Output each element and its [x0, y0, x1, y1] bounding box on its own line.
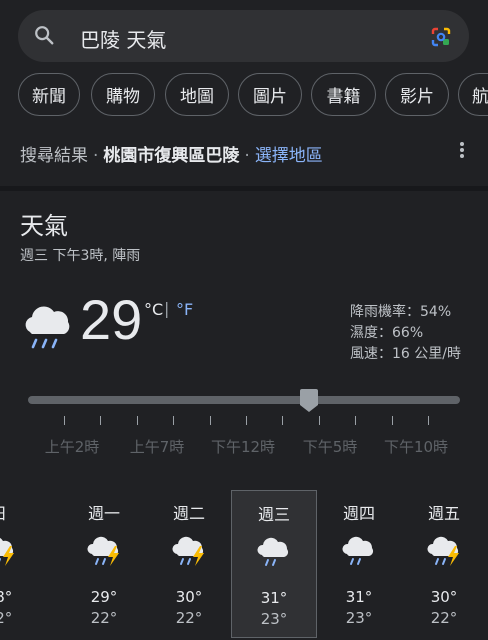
- slider-tick: [100, 416, 102, 425]
- chip-maps[interactable]: 地圖: [165, 73, 229, 116]
- forecast-low: 23°: [260, 610, 288, 628]
- forecast-day[interactable]: 週二 30° 22°: [146, 490, 232, 638]
- forecast-day-name: 週三: [257, 505, 290, 524]
- google-lens-icon[interactable]: [429, 25, 453, 49]
- weather-subtitle: 週三 下午3時, 陣雨: [20, 248, 141, 264]
- section-divider: [0, 186, 488, 191]
- forecast-day-name: 週五: [427, 504, 460, 523]
- slider-tick: [246, 416, 247, 425]
- slider-tick: [282, 416, 284, 425]
- forecast-high: 30°: [175, 588, 203, 606]
- slider-tick: [209, 416, 211, 425]
- forecast-day-name: 週四: [342, 504, 375, 523]
- slider-tick: [64, 416, 65, 425]
- rain-icon: [25, 306, 70, 349]
- more-vert-icon[interactable]: [456, 140, 468, 162]
- forecast-day[interactable]: 日 28° 22°: [0, 490, 42, 638]
- forecast-low: 22°: [175, 609, 203, 627]
- chip-videos[interactable]: 影片: [385, 73, 449, 116]
- search-input[interactable]: 巴陵 天氣: [80, 24, 166, 53]
- forecast-high: 29°: [90, 588, 118, 606]
- time-label: 下午10時: [383, 438, 449, 456]
- forecast-low: 22°: [0, 609, 13, 627]
- time-label: 下午5時: [302, 438, 358, 456]
- time-slider[interactable]: [28, 396, 460, 404]
- rain-icon: [341, 534, 377, 566]
- chip-images[interactable]: 圖片: [238, 73, 302, 116]
- unit-fahrenheit[interactable]: °F: [176, 300, 193, 319]
- forecast-day[interactable]: 週五 30° 22°: [401, 490, 487, 638]
- forecast-high: 31°: [345, 588, 373, 606]
- slider-tick: [318, 416, 320, 425]
- slider-tick: [428, 416, 429, 425]
- slider-handle[interactable]: [299, 389, 319, 413]
- forecast-low: 22°: [430, 609, 458, 627]
- chip-books[interactable]: 書籍: [311, 73, 376, 116]
- search-icon[interactable]: [33, 24, 55, 46]
- forecast-day[interactable]: 週四 31° 23°: [316, 490, 402, 638]
- forecast-day[interactable]: 週一 29° 22°: [61, 490, 147, 638]
- time-label: 上午2時: [44, 438, 100, 456]
- forecast-high: 31°: [260, 589, 288, 607]
- slider-tick: [391, 416, 393, 425]
- weather-title: 天氣: [20, 212, 68, 240]
- time-label: 下午12時: [210, 438, 276, 456]
- forecast-low: 23°: [345, 609, 373, 627]
- slider-tick: [355, 416, 357, 425]
- separator-dot: ·: [244, 146, 250, 166]
- chip-news[interactable]: 新聞: [18, 73, 80, 116]
- rain-thunder-icon: [171, 534, 207, 566]
- forecast-day-name: 週二: [172, 504, 205, 523]
- forecast-day[interactable]: 週三 31° 23°: [231, 490, 317, 638]
- humidity: 濕度：66%: [350, 325, 424, 341]
- results-location: 桃園市復興區巴陵: [103, 146, 240, 166]
- forecast-day-name: 日: [0, 500, 42, 524]
- chip-shopping[interactable]: 購物: [91, 73, 155, 116]
- unit-celsius[interactable]: °C: [144, 300, 163, 319]
- slider-tick: [173, 416, 175, 425]
- precipitation: 降雨機率：54%: [350, 304, 452, 320]
- current-temperature: 29: [80, 288, 143, 351]
- forecast-high: 28°: [0, 588, 13, 606]
- rain-thunder-icon: [0, 534, 17, 566]
- forecast-high: 30°: [430, 588, 458, 606]
- change-location-link[interactable]: 選擇地區: [255, 146, 323, 166]
- rain-icon: [256, 535, 292, 567]
- rain-thunder-icon: [86, 534, 122, 566]
- rain-thunder-icon: [426, 534, 462, 566]
- results-prefix: 搜尋結果: [20, 146, 88, 166]
- wind-speed: 風速：16 公里/時: [350, 346, 461, 362]
- separator-dot: ·: [93, 146, 99, 166]
- time-label: 上午7時: [129, 438, 185, 456]
- forecast-day-name: 週一: [87, 504, 120, 523]
- chip-flights[interactable]: 航: [458, 73, 488, 116]
- results-location-line: 搜尋結果 · 桃園市復興區巴陵 · 選擇地區: [20, 141, 323, 166]
- unit-separator: |: [164, 299, 170, 318]
- forecast-low: 22°: [90, 609, 118, 627]
- slider-tick: [136, 416, 138, 425]
- filter-chips: 新聞 購物 地圖 圖片 書籍 影片 航: [18, 73, 488, 117]
